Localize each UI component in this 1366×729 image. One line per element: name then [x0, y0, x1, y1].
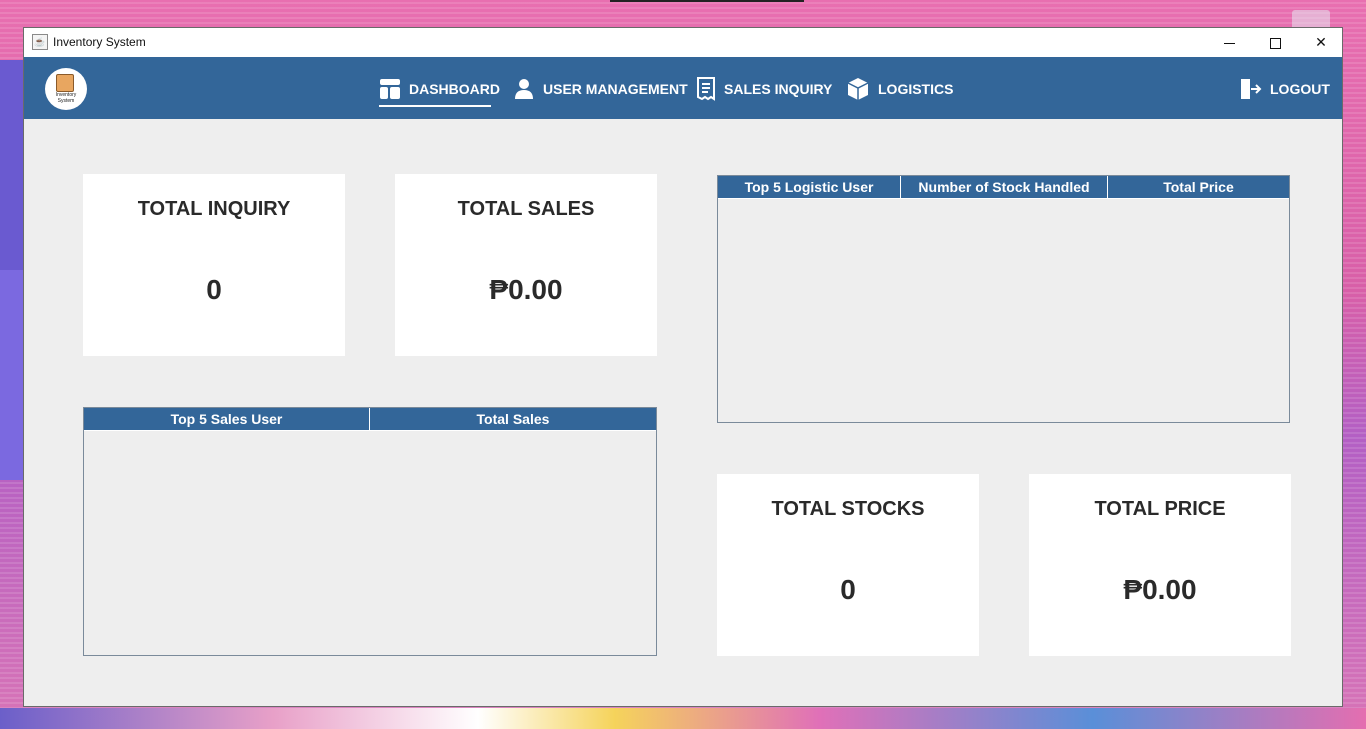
maximize-icon — [1269, 37, 1281, 49]
total-stocks-value: 0 — [840, 574, 856, 605]
total-stocks-card: TOTAL STOCKS 0 — [717, 474, 979, 656]
java-app-icon: ☕ — [32, 34, 48, 50]
total-price-value: ₱0.00 — [1123, 574, 1197, 605]
total-inquiry-card: TOTAL INQUIRY 0 — [83, 174, 345, 356]
top-sales-users-table[interactable]: Top 5 Sales User Total Sales — [83, 407, 657, 656]
total-inquiry-title: TOTAL INQUIRY — [137, 198, 291, 220]
box-icon — [847, 78, 869, 100]
window-title: Inventory System — [53, 35, 146, 49]
close-icon: ✕ — [1315, 34, 1327, 50]
total-sales-title: TOTAL SALES — [457, 198, 595, 220]
table-header: Top 5 Logistic User Number of Stock Hand… — [718, 176, 1289, 199]
nav-logistics-label: LOGISTICS — [878, 81, 954, 97]
total-sales-value: ₱0.00 — [489, 274, 563, 305]
nav-sales-inquiry-label: SALES INQUIRY — [724, 81, 833, 97]
nav-user-management-label: USER MANAGEMENT — [543, 81, 688, 97]
minimize-icon — [1223, 42, 1235, 44]
nav-dashboard[interactable]: DASHBOARD — [379, 75, 500, 103]
column-header[interactable]: Total Price — [1108, 176, 1289, 198]
box-logo-icon — [56, 74, 74, 92]
table-header: Top 5 Sales User Total Sales — [84, 408, 656, 431]
logout-label: LOGOUT — [1270, 81, 1330, 97]
receipt-icon — [697, 77, 715, 101]
title-bar[interactable]: ☕ Inventory System ✕ — [24, 28, 1342, 57]
user-icon — [515, 79, 533, 99]
logout-button[interactable]: LOGOUT — [1238, 75, 1330, 103]
column-header[interactable]: Top 5 Logistic User — [718, 176, 901, 198]
nav-active-indicator — [379, 105, 491, 107]
top-logistic-users-table[interactable]: Top 5 Logistic User Number of Stock Hand… — [717, 175, 1290, 423]
total-price-title: TOTAL PRICE — [1094, 498, 1226, 520]
column-header[interactable]: Number of Stock Handled — [901, 176, 1108, 198]
nav-sales-inquiry[interactable]: SALES INQUIRY — [696, 75, 832, 103]
desktop-bar — [610, 0, 804, 2]
total-sales-card: TOTAL SALES ₱0.00 — [395, 174, 657, 356]
minimize-button[interactable] — [1206, 28, 1252, 57]
dashboard-icon — [380, 79, 400, 99]
column-header[interactable]: Top 5 Sales User — [84, 408, 370, 430]
top-navbar: Inventory System DASHBOARD USER MANAGEME… — [24, 57, 1342, 119]
maximize-button[interactable] — [1252, 28, 1298, 57]
column-header[interactable]: Total Sales — [370, 408, 656, 430]
desktop-wallpaper-band — [0, 270, 24, 480]
logo-text-line2: System — [57, 98, 75, 104]
logout-icon — [1241, 79, 1262, 99]
nav-logistics[interactable]: LOGISTICS — [846, 75, 953, 103]
app-logo: Inventory System — [45, 68, 87, 110]
close-button[interactable]: ✕ — [1298, 28, 1344, 57]
total-stocks-title: TOTAL STOCKS — [771, 498, 925, 520]
nav-dashboard-label: DASHBOARD — [409, 81, 500, 97]
app-window: ☕ Inventory System ✕ Inventory System DA… — [23, 27, 1343, 707]
nav-user-management[interactable]: USER MANAGEMENT — [513, 75, 688, 103]
total-price-card: TOTAL PRICE ₱0.00 — [1029, 474, 1291, 656]
total-inquiry-value: 0 — [206, 274, 222, 305]
desktop-wallpaper-bottom — [0, 708, 1366, 729]
